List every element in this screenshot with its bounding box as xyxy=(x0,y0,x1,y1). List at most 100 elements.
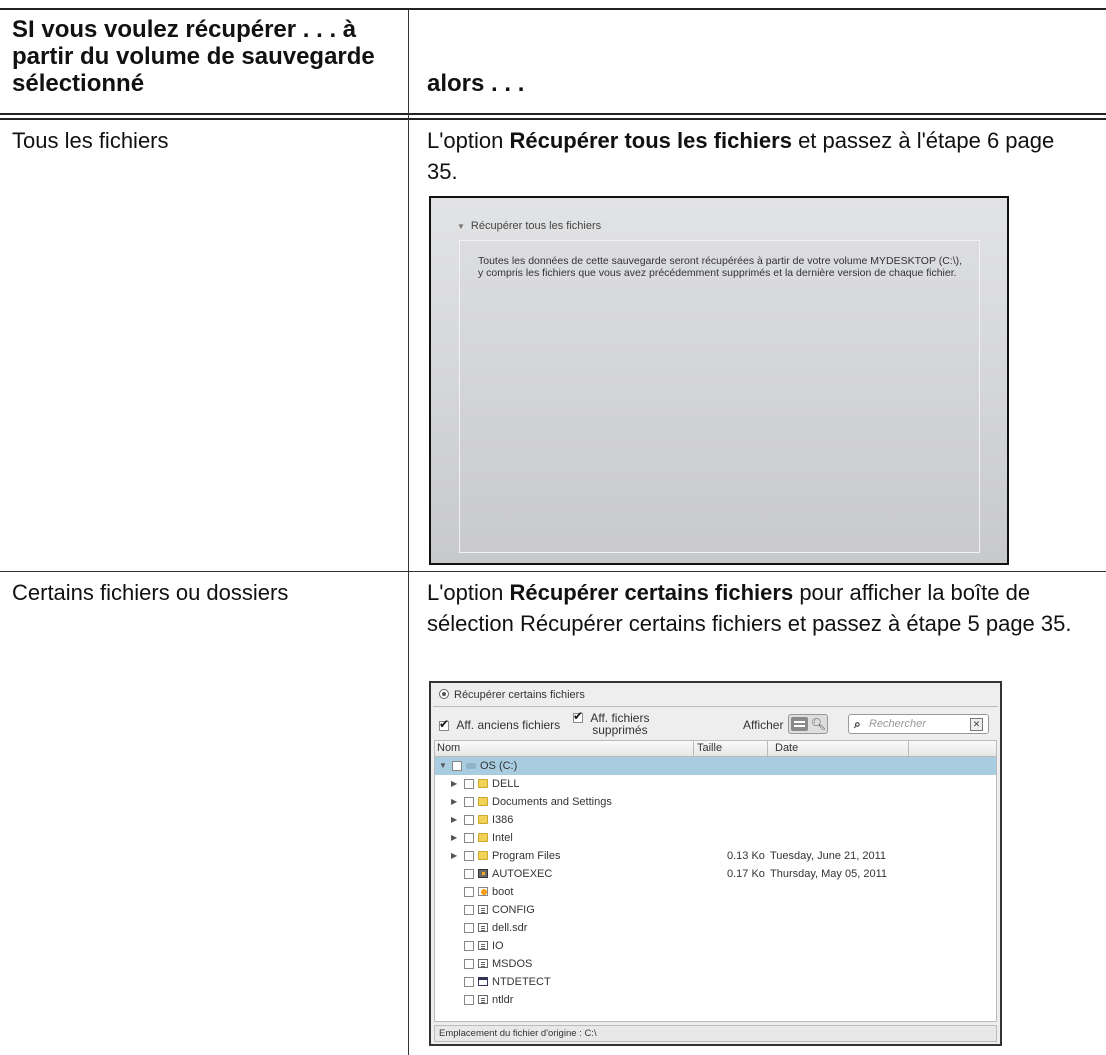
row-checkbox[interactable] xyxy=(464,941,474,951)
boot-file-icon xyxy=(478,887,488,896)
row-checkbox[interactable] xyxy=(464,959,474,969)
row-checkbox[interactable] xyxy=(464,923,474,933)
row-2-action-prefix: L'option xyxy=(427,580,510,605)
restore-all-screenshot: ▼ Récupérer tous les fichiers Toutes les … xyxy=(429,196,1009,565)
tree-row[interactable]: CONFIG xyxy=(435,901,996,919)
expand-arrow-icon[interactable]: ▶ xyxy=(451,793,457,811)
folder-icon xyxy=(478,797,488,806)
text-file-icon xyxy=(478,959,488,968)
table-header-condition: SI vous voulez récupérer . . . à partir … xyxy=(12,16,375,97)
column-divider xyxy=(908,741,909,756)
tree-row[interactable]: ntldr xyxy=(435,991,996,1009)
show-deleted-files-option[interactable]: Aff. fichierssupprimés xyxy=(573,709,649,736)
folder-icon xyxy=(478,851,488,860)
restore-all-panel: Toutes les données de cette sauvegarde s… xyxy=(459,240,980,553)
drive-icon xyxy=(466,763,476,769)
collapse-arrow-icon[interactable]: ▼ xyxy=(439,757,447,775)
restore-some-option[interactable]: Récupérer certains fichiers xyxy=(439,688,585,701)
expand-triangle-icon: ▼ xyxy=(457,222,465,231)
list-view-icon[interactable] xyxy=(791,717,808,731)
row-name: IO xyxy=(492,940,504,952)
view-label: Afficher xyxy=(743,718,784,732)
row-name: I386 xyxy=(492,814,514,826)
row-name: ntldr xyxy=(492,994,514,1006)
tree-row[interactable]: ▼ OS (C:) xyxy=(435,757,996,775)
row-checkbox[interactable] xyxy=(464,995,474,1005)
tree-row[interactable]: AUTOEXEC 0.17 Ko Thursday, May 05, 2011 xyxy=(435,865,996,883)
row-checkbox[interactable] xyxy=(464,977,474,987)
file-tree-list: Nom Taille Date ▼ OS (C:) ▶ DELL ▶ Documents … xyxy=(434,740,997,1022)
table-top-rule xyxy=(0,8,1106,10)
folder-icon xyxy=(478,833,488,842)
row-size: 0.17 Ko xyxy=(727,868,765,880)
row-date: Tuesday, June 21, 2011 xyxy=(770,850,886,862)
text-file-icon xyxy=(478,995,488,1004)
search-input[interactable]: ⌕ Rechercher ✕ xyxy=(848,714,989,734)
row-name: dell.sdr xyxy=(492,922,528,934)
row-checkbox[interactable] xyxy=(464,797,474,807)
tree-row[interactable]: ▶ Program Files 0.13 Ko Tuesday, June 21, 2… xyxy=(435,847,996,865)
row-checkbox[interactable] xyxy=(464,815,474,825)
tree-row[interactable]: ▶ Intel xyxy=(435,829,996,847)
row-name: NTDETECT xyxy=(492,976,551,988)
text-file-icon xyxy=(478,941,488,950)
column-date[interactable]: Date xyxy=(775,742,798,754)
expand-arrow-icon[interactable]: ▶ xyxy=(451,847,457,865)
row-checkbox[interactable] xyxy=(452,761,462,771)
row-date: Thursday, May 05, 2011 xyxy=(770,868,887,880)
header-rule-double xyxy=(0,118,1106,120)
row-checkbox[interactable] xyxy=(464,869,474,879)
text-file-icon xyxy=(478,905,488,914)
document-table: SI vous voulez récupérer . . . à partir … xyxy=(0,0,1106,1055)
restore-some-screenshot: Récupérer certains fichiers Aff. anciens… xyxy=(429,681,1002,1046)
search-view-icon[interactable]: 🔍︎ xyxy=(810,715,827,733)
row-checkbox[interactable] xyxy=(464,887,474,897)
tree-row[interactable]: MSDOS xyxy=(435,955,996,973)
header-rule xyxy=(0,113,1106,115)
row-name: AUTOEXEC xyxy=(492,868,553,880)
row-checkbox[interactable] xyxy=(464,905,474,915)
search-placeholder: Rechercher xyxy=(869,718,926,730)
tree-row[interactable]: dell.sdr xyxy=(435,919,996,937)
tree-row[interactable]: ▶ I386 xyxy=(435,811,996,829)
row-size: 0.13 Ko xyxy=(727,850,765,862)
clear-search-icon[interactable]: ✕ xyxy=(970,718,983,731)
show-deleted-files-checkbox[interactable] xyxy=(573,709,583,723)
show-old-files-checkbox[interactable] xyxy=(439,717,449,731)
restore-all-description: Toutes les données de cette sauvegarde s… xyxy=(478,255,963,279)
tree-row[interactable]: boot xyxy=(435,883,996,901)
row-checkbox[interactable] xyxy=(464,833,474,843)
row-checkbox[interactable] xyxy=(464,851,474,861)
column-size[interactable]: Taille xyxy=(697,742,722,754)
expand-arrow-icon[interactable]: ▶ xyxy=(451,811,457,829)
search-icon: ⌕ xyxy=(854,717,861,731)
row-1-action-bold: Récupérer tous les fichiers xyxy=(509,128,792,153)
row-checkbox[interactable] xyxy=(464,779,474,789)
window-file-icon xyxy=(478,977,488,986)
tree-row[interactable]: ▶ DELL xyxy=(435,775,996,793)
tree-row[interactable]: IO xyxy=(435,937,996,955)
column-name[interactable]: Nom xyxy=(437,742,460,754)
show-old-files-label: Aff. anciens fichiers xyxy=(456,718,561,732)
restore-all-expander[interactable]: ▼ Récupérer tous les fichiers xyxy=(457,220,601,232)
column-divider xyxy=(767,741,768,756)
expand-arrow-icon[interactable]: ▶ xyxy=(451,775,457,793)
show-deleted-line2: supprimés xyxy=(592,723,648,737)
expand-arrow-icon[interactable]: ▶ xyxy=(451,829,457,847)
tree-row[interactable]: ▶ Documents and Settings xyxy=(435,793,996,811)
row-2-condition: Certains fichiers ou dossiers xyxy=(12,580,289,605)
row-name: boot xyxy=(492,886,514,898)
show-deleted-files-label: Aff. fichiers supprimés xyxy=(590,712,649,736)
radio-selected-icon[interactable] xyxy=(439,689,449,699)
column-header: Nom Taille Date xyxy=(435,741,996,757)
row-name: Intel xyxy=(492,832,513,844)
row-1-action-prefix: L'option xyxy=(427,128,510,153)
show-old-files-option[interactable]: Aff. anciens fichiers xyxy=(439,717,561,732)
row-name: Program Files xyxy=(492,850,561,862)
tree-row[interactable]: NTDETECT xyxy=(435,973,996,991)
row-name: Documents and Settings xyxy=(492,796,612,808)
folder-icon xyxy=(478,815,488,824)
row-name: CONFIG xyxy=(492,904,535,916)
row-name: MSDOS xyxy=(492,958,533,970)
view-toggle: 🔍︎ xyxy=(788,714,828,734)
